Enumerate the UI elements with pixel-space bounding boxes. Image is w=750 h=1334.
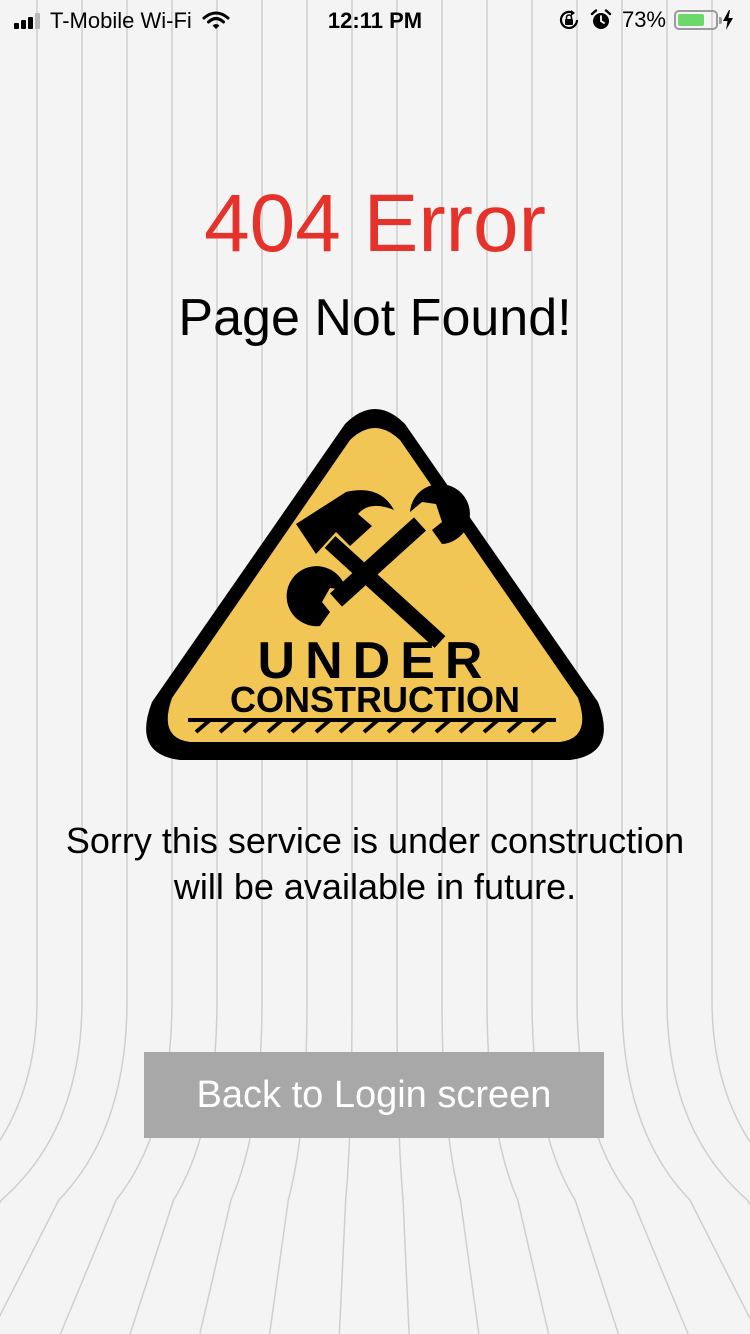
status-bar: T-Mobile Wi-Fi 12:11 PM 73% <box>0 0 750 40</box>
battery-icon <box>674 10 722 30</box>
error-subtitle: Page Not Found! <box>178 289 572 347</box>
battery-percent: 73% <box>621 7 666 32</box>
sign-line-2: CONSTRUCTION <box>230 679 520 720</box>
orientation-lock-icon <box>559 10 579 29</box>
error-message: Sorry this service is under construction… <box>20 818 730 910</box>
error-page: 404 Error Page Not Found! UNDER CONSTRUC… <box>0 0 750 1334</box>
message-line-1: Sorry this service is under construction <box>65 820 685 861</box>
message-line-2: will be available in future. <box>173 866 577 907</box>
error-code-title: 404 Error <box>204 178 546 269</box>
charging-bolt-icon <box>723 10 733 30</box>
under-construction-sign: UNDER CONSTRUCTION <box>146 409 604 760</box>
battery-level-fill <box>678 14 704 26</box>
back-to-login-button[interactable]: Back to Login screen <box>144 1052 604 1138</box>
alarm-icon <box>590 9 612 29</box>
